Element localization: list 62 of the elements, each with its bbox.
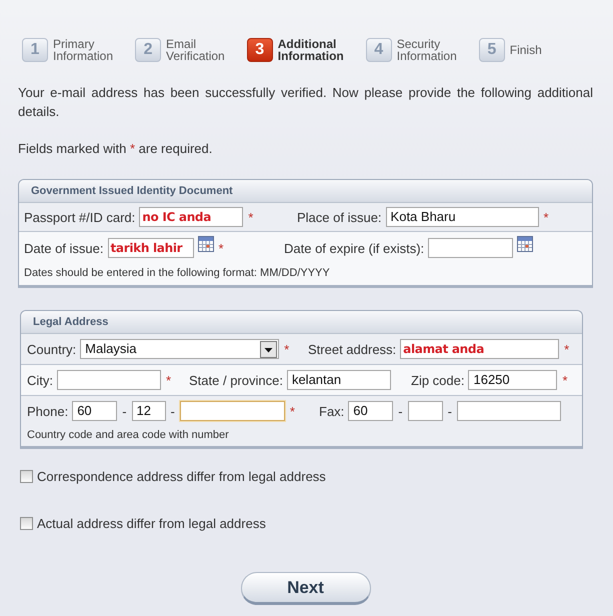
field-separator: - xyxy=(448,404,452,418)
panel-header: Government Issued Identity Document xyxy=(19,180,592,202)
required-mark: * xyxy=(290,404,295,418)
intro-text: Your e-mail address has been successfully verified. Now please provide the following additional details. xyxy=(18,84,593,121)
field-label: Date of issue: xyxy=(24,240,104,256)
field-label: City: xyxy=(27,372,53,388)
checkbox[interactable] xyxy=(20,470,33,483)
step-label: Security Information xyxy=(396,38,457,62)
field-label: State / province: xyxy=(189,372,283,388)
text-field[interactable]: Kota Bharu xyxy=(386,207,539,227)
field-label: Place of issue: xyxy=(297,210,382,224)
field-separator: - xyxy=(398,404,403,418)
required-fields-note: Fields marked with * are required. xyxy=(18,141,214,157)
text-field[interactable] xyxy=(57,370,161,390)
field-separator: - xyxy=(122,404,127,418)
required-mark: * xyxy=(284,342,290,356)
text-field[interactable]: 12 xyxy=(132,401,166,421)
required-mark: * xyxy=(218,240,224,256)
field-label: Date of expire (if exists): xyxy=(284,240,424,256)
text-field[interactable]: 60 xyxy=(348,401,394,421)
calendar-icon[interactable] xyxy=(517,236,534,252)
required-mark: * xyxy=(564,342,570,356)
step-number: 2 xyxy=(135,38,162,62)
required-mark: * xyxy=(544,210,549,224)
text-field[interactable] xyxy=(408,401,443,421)
step-number: 1 xyxy=(22,38,48,62)
checkbox-label[interactable]: Correspondence address differ from legal address xyxy=(37,469,326,484)
step-number: 5 xyxy=(478,38,505,62)
field-label: Passport #/ID card: xyxy=(24,210,136,224)
text-field[interactable]: 60 xyxy=(72,401,118,421)
text-field[interactable]: alamat anda xyxy=(400,339,560,359)
text-field[interactable]: 16250 xyxy=(468,370,558,390)
date-field[interactable]: tarikh lahir xyxy=(108,238,194,258)
field-label: Zip code: xyxy=(411,372,464,388)
step-label: Primary Information xyxy=(53,38,114,62)
step-label: Additional Information xyxy=(278,38,344,62)
field-label: Street address: xyxy=(308,342,396,356)
field-separator: - xyxy=(170,404,175,418)
text-field[interactable] xyxy=(180,401,285,421)
required-mark: * xyxy=(166,372,172,388)
step-label: Finish xyxy=(510,44,542,56)
hint-text: Country code and area code with number xyxy=(27,429,230,441)
country-dropdown[interactable]: Malaysia xyxy=(80,339,280,359)
required-mark: * xyxy=(562,372,568,388)
step-label: Email Verification xyxy=(166,38,225,62)
date-field[interactable] xyxy=(428,238,514,258)
step-number: 3 xyxy=(246,38,273,62)
field-label: Phone: xyxy=(27,404,68,418)
checkbox[interactable] xyxy=(20,517,33,530)
hint-text: Dates should be entered in the following format: MM/DD/YYYY xyxy=(24,267,331,279)
checkbox-label[interactable]: Actual address differ from legal address xyxy=(37,516,266,531)
text-field[interactable] xyxy=(456,401,561,421)
field-label: Fax: xyxy=(319,404,344,418)
panel-header: Legal Address xyxy=(21,311,582,333)
text-field[interactable]: no IC anda xyxy=(139,207,244,227)
field-label: Country: xyxy=(27,342,76,356)
required-mark: * xyxy=(248,210,254,224)
text-field[interactable]: kelantan xyxy=(286,370,391,390)
calendar-icon[interactable] xyxy=(198,236,214,252)
next-button[interactable]: Next xyxy=(240,572,370,605)
caret-icon[interactable] xyxy=(260,340,278,358)
step-number: 4 xyxy=(366,38,392,62)
